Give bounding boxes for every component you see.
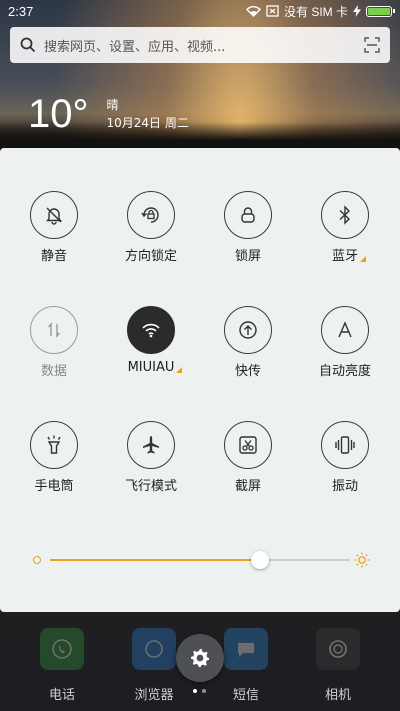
weather-condition: 晴 xyxy=(106,98,119,112)
tile-label: 蓝牙 xyxy=(331,245,366,264)
phone-app-icon xyxy=(40,628,84,670)
app-browser[interactable]: 浏览器 xyxy=(124,628,184,703)
screenshot-icon xyxy=(224,421,272,469)
fast-transfer-icon xyxy=(224,306,272,354)
status-bar: 2:37 没有 SIM 卡 xyxy=(0,0,400,22)
app-label: 相机 xyxy=(324,688,351,703)
tile-label: 锁屏 xyxy=(234,249,261,264)
tile-label: 手电筒 xyxy=(34,479,74,494)
tile-label: 截屏 xyxy=(234,479,261,494)
settings-button[interactable] xyxy=(176,634,224,682)
tile-mute[interactable]: 静音 xyxy=(6,191,102,264)
expand-corner-icon xyxy=(360,256,366,262)
temperature: 10° xyxy=(28,92,89,136)
rotation-lock-icon xyxy=(127,191,175,239)
tile-vibrate[interactable]: 振动 xyxy=(297,421,393,494)
tile-flashlight[interactable]: 手电筒 xyxy=(6,421,102,494)
charging-icon xyxy=(353,5,361,17)
search-input[interactable]: 搜索网页、设置、应用、视频... xyxy=(44,36,364,55)
weather-widget[interactable]: 10° 晴 10月24日 周二 xyxy=(28,92,189,136)
brightness-fill xyxy=(50,559,260,561)
battery-icon xyxy=(366,5,395,17)
brightness-high-icon xyxy=(354,552,370,568)
status-time: 2:37 xyxy=(8,3,34,19)
weather-info: 晴 10月24日 周二 xyxy=(107,96,189,132)
tile-label: 自动亮度 xyxy=(318,364,371,379)
tile-airplane-mode[interactable]: 飞行模式 xyxy=(103,421,199,494)
carrier-label: 没有 SIM 卡 xyxy=(283,4,348,19)
search-bar[interactable]: 搜索网页、设置、应用、视频... xyxy=(10,27,390,63)
tile-label: 数据 xyxy=(40,364,67,379)
tile-mobile-data[interactable]: 数据 xyxy=(6,306,102,379)
page-indicator xyxy=(193,689,206,693)
quick-settings-panel: 静音 方向锁定 锁屏 蓝牙 数据 MIUIAU 快传 自动亮度 手电筒 飞行模式… xyxy=(0,148,400,612)
tile-wifi[interactable]: MIUIAU xyxy=(103,306,199,375)
tile-bluetooth[interactable]: 蓝牙 xyxy=(297,191,393,264)
camera-app-icon xyxy=(316,628,360,670)
vibrate-icon xyxy=(321,421,369,469)
tile-label: 振动 xyxy=(331,479,358,494)
bell-off-icon xyxy=(30,191,78,239)
status-icons: 没有 SIM 卡 xyxy=(246,3,395,20)
bluetooth-icon xyxy=(321,191,369,239)
airplane-icon xyxy=(127,421,175,469)
brightness-thumb[interactable] xyxy=(251,551,269,569)
tile-label-text: MIUIAU xyxy=(127,360,175,375)
page-dot xyxy=(202,689,206,693)
data-arrows-icon xyxy=(30,306,78,354)
tile-screenshot[interactable]: 截屏 xyxy=(200,421,296,494)
tile-lock-screen[interactable]: 锁屏 xyxy=(200,191,296,264)
tile-rotation-lock[interactable]: 方向锁定 xyxy=(103,191,199,264)
brightness-low-icon xyxy=(33,556,41,564)
wifi-status-icon xyxy=(246,6,261,17)
flashlight-icon xyxy=(30,421,78,469)
app-label: 电话 xyxy=(48,688,75,703)
search-icon xyxy=(20,37,36,53)
brightness-slider[interactable] xyxy=(30,550,370,570)
messages-app-icon xyxy=(224,628,268,670)
tile-auto-brightness[interactable]: 自动亮度 xyxy=(297,306,393,379)
tile-label: 静音 xyxy=(40,249,67,264)
browser-app-icon xyxy=(132,628,176,670)
tile-fast-transfer[interactable]: 快传 xyxy=(200,306,296,379)
lock-icon xyxy=(224,191,272,239)
weather-date: 10月24日 周二 xyxy=(106,116,189,130)
app-label: 短信 xyxy=(232,688,259,703)
tile-label: 快传 xyxy=(234,364,261,379)
app-label: 浏览器 xyxy=(134,688,174,703)
wifi-icon xyxy=(127,306,175,354)
auto-brightness-icon xyxy=(321,306,369,354)
tile-label: MIUIAU xyxy=(127,360,183,375)
expand-corner-icon xyxy=(176,367,183,373)
scan-icon[interactable] xyxy=(364,37,380,53)
gear-icon xyxy=(191,649,209,668)
tile-label: 方向锁定 xyxy=(124,249,177,264)
page-dot xyxy=(193,689,197,693)
tile-label: 飞行模式 xyxy=(124,479,177,494)
tile-label-text: 蓝牙 xyxy=(331,249,358,264)
app-messages[interactable]: 短信 xyxy=(216,628,276,703)
no-sim-icon xyxy=(266,5,279,17)
app-phone[interactable]: 电话 xyxy=(32,628,92,703)
app-camera[interactable]: 相机 xyxy=(308,628,368,703)
